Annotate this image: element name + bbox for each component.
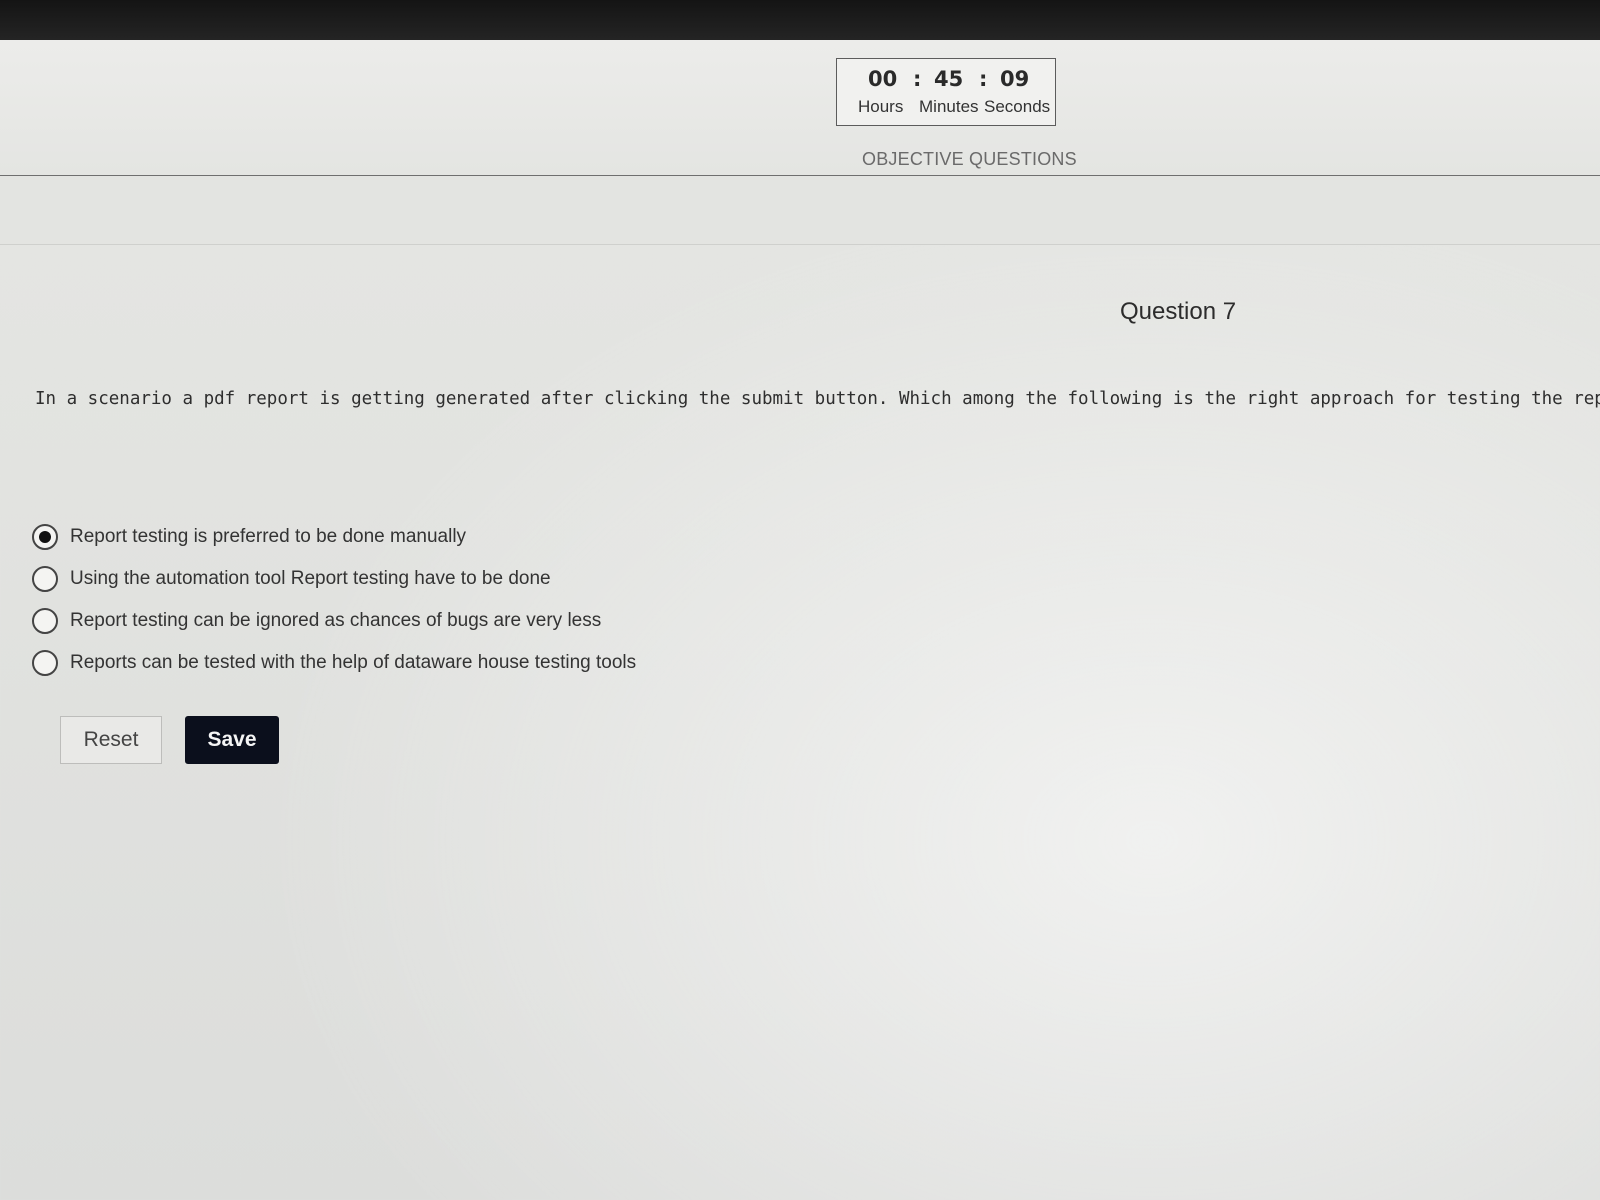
timer-separator: : xyxy=(913,67,922,91)
timer-separator: : xyxy=(979,67,988,91)
answer-option[interactable]: Using the automation tool Report testing… xyxy=(32,558,636,600)
answer-option[interactable]: Report testing is preferred to be done m… xyxy=(32,516,636,558)
save-button[interactable]: Save xyxy=(185,716,279,764)
timer-seconds: 09 xyxy=(1000,67,1030,91)
countdown-timer: 00 : 45 : 09 Hours Minutes Seconds xyxy=(836,58,1056,126)
question-number: Question 7 xyxy=(1120,298,1237,325)
timer-hours: 00 xyxy=(868,67,898,91)
answer-option[interactable]: Reports can be tested with the help of d… xyxy=(32,642,636,684)
answer-option-label[interactable]: Report testing is preferred to be done m… xyxy=(70,526,466,548)
reset-button[interactable]: Reset xyxy=(60,716,162,764)
timer-hours-label: Hours xyxy=(858,97,904,116)
radio-button[interactable] xyxy=(32,608,58,634)
radio-button[interactable] xyxy=(32,566,58,592)
radio-button-selected[interactable] xyxy=(32,524,58,550)
answer-option-label[interactable]: Report testing can be ignored as chances… xyxy=(70,610,601,632)
answer-option-label[interactable]: Using the automation tool Report testing… xyxy=(70,568,551,590)
timer-seconds-label: Seconds xyxy=(984,97,1051,116)
answer-options: Report testing is preferred to be done m… xyxy=(32,516,636,684)
section-divider-band xyxy=(0,176,1600,245)
question-text: In a scenario a pdf report is getting ge… xyxy=(35,389,1600,409)
answer-option-label[interactable]: Reports can be tested with the help of d… xyxy=(70,652,636,674)
section-title: OBJECTIVE QUESTIONS xyxy=(862,149,1077,169)
answer-option[interactable]: Report testing can be ignored as chances… xyxy=(32,600,636,642)
timer-minutes-label: Minutes xyxy=(919,97,979,116)
timer-minutes: 45 xyxy=(934,67,964,91)
monitor-bezel xyxy=(0,0,1600,40)
header xyxy=(0,40,1600,176)
radio-button[interactable] xyxy=(32,650,58,676)
